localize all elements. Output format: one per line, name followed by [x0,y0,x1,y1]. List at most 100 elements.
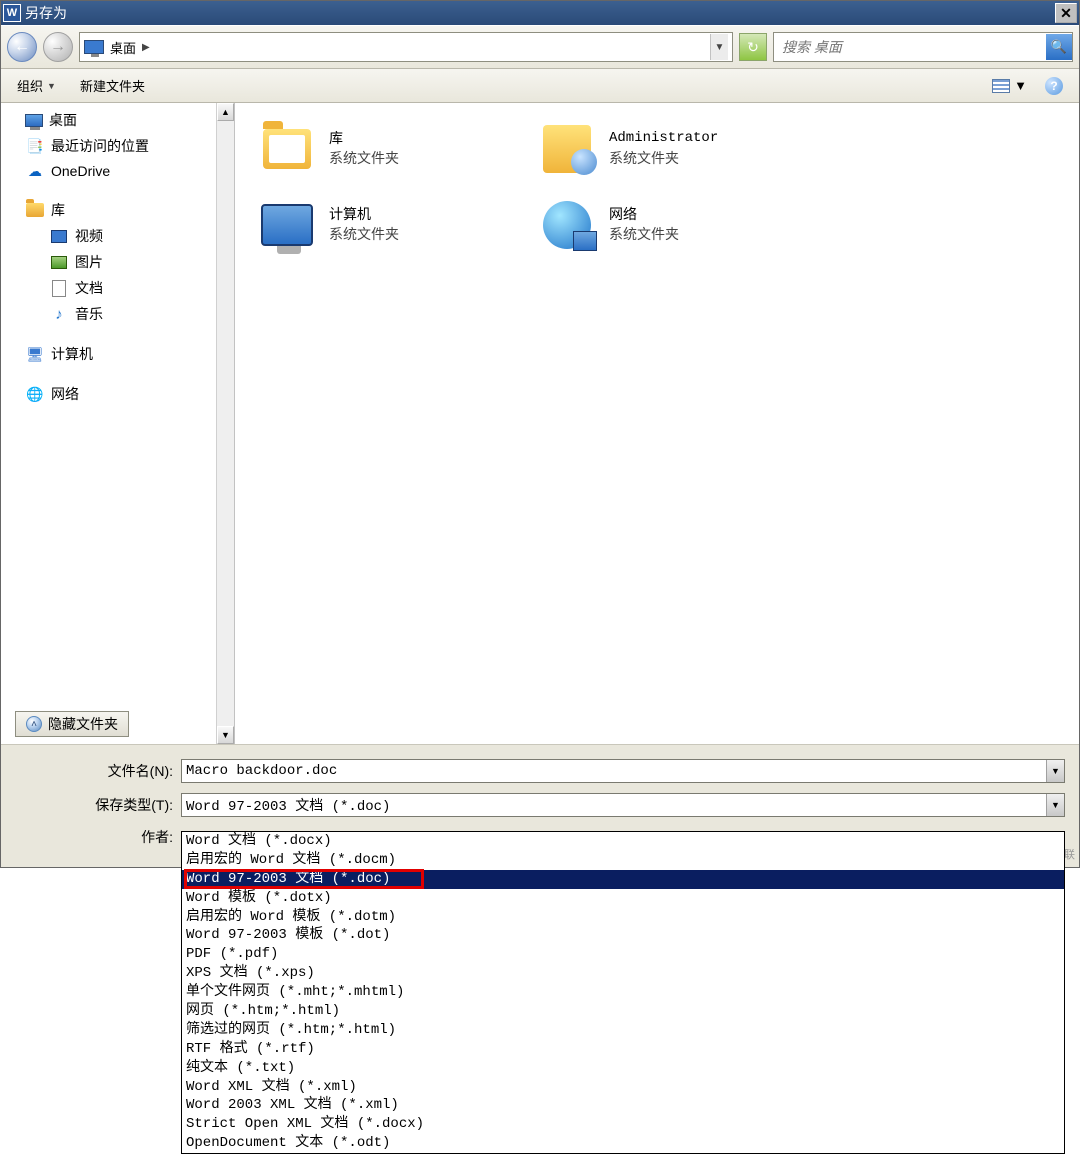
navigation-pane[interactable]: 桌面 📑 最近访问的位置 ☁OneDrive 库 视频 图片 文档 ♪音乐 🖥 计算… [1,103,235,744]
item-title: 计算机 [329,205,399,225]
save-as-dialog: W 另存为 ✕ ← → 桌面 ▶ ▼ ↻ 🔍 组织 ▼ 新建文件夹 ▼ [0,0,1080,868]
desktop-icon [84,40,104,54]
filetype-label: 保存类型(T): [15,795,181,815]
hide-folders-button[interactable]: ˄ 隐藏文件夹 [15,711,129,737]
tree-item-onedrive[interactable]: ☁OneDrive [3,159,232,183]
filetype-option[interactable]: Word 文档 (*.docx) [182,832,1064,851]
view-options-button[interactable]: ▼ [992,78,1027,93]
item-title: 库 [329,129,399,149]
tree-item-documents[interactable]: 文档 [3,275,232,301]
navigation-bar: ← → 桌面 ▶ ▼ ↻ 🔍 [1,25,1079,69]
chevron-up-icon: ˄ [26,716,42,732]
folder-tree: 桌面 📑 最近访问的位置 ☁OneDrive 库 视频 图片 文档 ♪音乐 🖥 计算… [1,103,234,411]
desktop-icon [25,114,43,127]
filetype-option[interactable]: Word 2003 XML 文档 (*.xml) [182,1096,1064,1115]
search-input[interactable] [782,39,1046,55]
network-icon [543,201,591,249]
library-icon [263,129,311,169]
tree-label: 桌面 [49,110,77,130]
tree-label: 文档 [75,278,103,298]
filetype-option[interactable]: OpenDocument 文本 (*.odt) [182,1134,1064,1153]
onedrive-icon: ☁ [25,162,45,180]
tree-item-recent[interactable]: 📑 最近访问的位置 [3,133,232,159]
close-button[interactable]: ✕ [1055,3,1077,23]
network-icon: 🌐 [25,385,45,403]
search-box[interactable]: 🔍 [773,32,1073,62]
chevron-right-icon: ▶ [142,42,150,53]
item-title: Administrator [609,129,718,149]
views-icon [992,79,1010,93]
forward-button[interactable]: → [43,32,73,62]
filetype-option[interactable]: Strict Open XML 文档 (*.docx) [182,1115,1064,1134]
item-computer[interactable]: 计算机 系统文件夹 [259,197,399,253]
item-subtitle: 系统文件夹 [329,225,399,245]
filetype-option[interactable]: PDF (*.pdf) [182,945,1064,964]
tree-label: 最近访问的位置 [51,136,149,156]
dialog-body: 桌面 📑 最近访问的位置 ☁OneDrive 库 视频 图片 文档 ♪音乐 🖥 计算… [1,103,1079,744]
recent-icon: 📑 [25,137,45,155]
organize-button[interactable]: 组织 ▼ [17,76,56,95]
tree-label: 视频 [75,226,103,246]
tree-item-pictures[interactable]: 图片 [3,249,232,275]
new-folder-button[interactable]: 新建文件夹 [80,76,145,95]
toolbar: 组织 ▼ 新建文件夹 ▼ ? [1,69,1079,103]
filename-input[interactable] [181,759,1065,783]
item-network[interactable]: 网络 系统文件夹 [539,197,679,253]
chevron-down-icon: ▼ [47,81,56,91]
tree-item-videos[interactable]: 视频 [3,223,232,249]
tree-item-desktop[interactable]: 桌面 [3,107,232,133]
back-button[interactable]: ← [7,32,37,62]
tree-item-music[interactable]: ♪音乐 [3,301,232,327]
filetype-option[interactable]: 启用宏的 Word 模板 (*.dotm) [182,908,1064,927]
refresh-button[interactable]: ↻ [739,33,767,61]
filetype-dropdown-button[interactable]: ▼ [1046,794,1064,816]
item-subtitle: 系统文件夹 [609,149,718,169]
scroll-down-button[interactable]: ▼ [217,726,234,744]
computer-icon: 🖥 [25,345,45,363]
help-icon[interactable]: ? [1045,77,1063,95]
scroll-up-button[interactable]: ▲ [217,103,234,121]
dialog-footer: 文件名(N): ▼ 保存类型(T): ▼ 作者: Word 文档 (*.docx… [1,744,1079,867]
filename-dropdown-button[interactable]: ▼ [1046,760,1064,782]
library-icon [26,203,44,217]
item-title: 网络 [609,205,679,225]
tree-label: 库 [51,200,65,220]
filetype-option-selected[interactable]: Word 97-2003 文档 (*.doc) [182,870,1064,889]
filetype-option[interactable]: Word 模板 (*.dotx) [182,889,1064,908]
filetype-option[interactable]: 筛选过的网页 (*.htm;*.html) [182,1021,1064,1040]
chevron-down-icon: ▼ [1014,78,1027,93]
tree-item-computer[interactable]: 🖥 计算机 [3,341,232,367]
item-administrator[interactable]: Administrator 系统文件夹 [539,121,718,177]
filetype-option[interactable]: 网页 (*.htm;*.html) [182,1002,1064,1021]
filetype-option[interactable]: 单个文件网页 (*.mht;*.mhtml) [182,983,1064,1002]
address-location: 桌面 [110,38,136,57]
search-icon[interactable]: 🔍 [1046,34,1072,60]
option-label: Word 97-2003 文档 (*.doc) [186,871,390,887]
filetype-option[interactable]: 启用宏的 Word 文档 (*.docm) [182,851,1064,870]
item-libraries[interactable]: 库 系统文件夹 [259,121,399,177]
filetype-option[interactable]: Word XML 文档 (*.xml) [182,1078,1064,1097]
address-dropdown-button[interactable]: ▼ [710,34,728,60]
tree-label: 计算机 [51,344,93,364]
computer-icon [261,204,313,246]
filetype-option[interactable]: Word 97-2003 模板 (*.dot) [182,926,1064,945]
music-icon: ♪ [49,305,69,323]
filetype-option[interactable]: XPS 文档 (*.xps) [182,964,1064,983]
filetype-option[interactable]: 纯文本 (*.txt) [182,1059,1064,1078]
tree-item-libraries[interactable]: 库 [3,197,232,223]
word-icon: W [3,4,21,22]
address-bar[interactable]: 桌面 ▶ ▼ [79,32,733,62]
file-list-pane[interactable]: 库 系统文件夹 Administrator 系统文件夹 计算机 [235,103,1079,744]
pictures-icon [51,256,67,269]
filetype-combobox[interactable] [181,793,1065,817]
tree-item-network[interactable]: 🌐 网络 [3,381,232,407]
titlebar[interactable]: W 另存为 ✕ [1,1,1079,25]
organize-label: 组织 [17,76,43,95]
filename-label: 文件名(N): [15,761,181,781]
filetype-dropdown-list[interactable]: Word 文档 (*.docx) 启用宏的 Word 文档 (*.docm) W… [181,831,1065,1154]
sidebar-scrollbar[interactable]: ▲ ▼ [216,103,234,744]
tree-label: 网络 [51,384,79,404]
item-subtitle: 系统文件夹 [609,225,679,245]
filetype-option[interactable]: RTF 格式 (*.rtf) [182,1040,1064,1059]
scroll-track[interactable] [217,121,234,726]
